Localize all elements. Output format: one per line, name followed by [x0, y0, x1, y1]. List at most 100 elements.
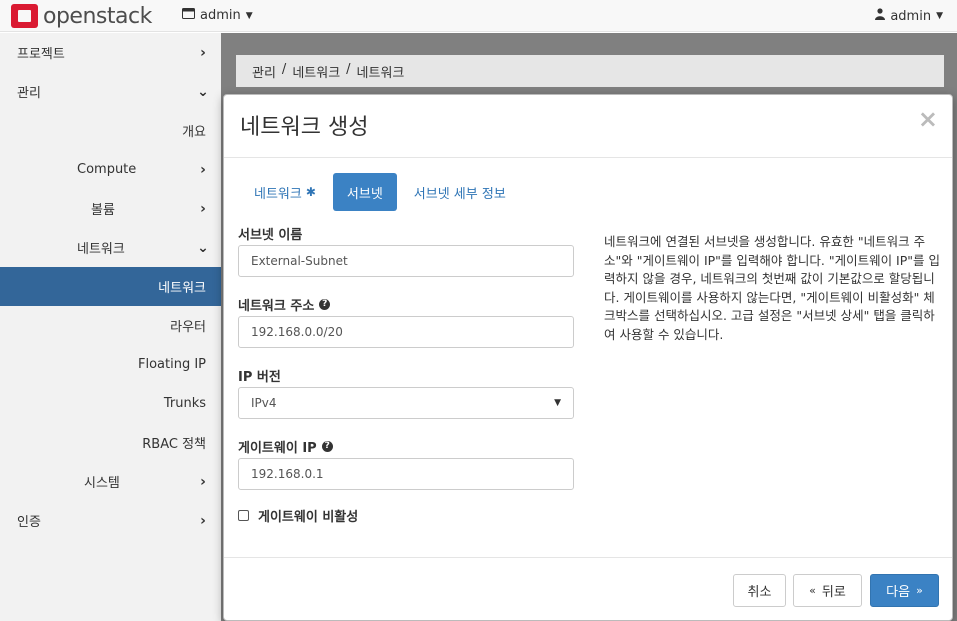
user-menu-label: admin: [890, 8, 932, 24]
chevron-right-icon: ›: [200, 473, 206, 490]
network-address-label: 네트워크 주소 ?: [238, 293, 574, 316]
project-picker[interactable]: admin ▼: [182, 8, 253, 23]
network-address-field: 네트워크 주소 ? 192.168.0.0/20: [238, 293, 574, 348]
sidebar-item-label: 프로젝트: [17, 47, 65, 62]
ip-version-field: IP 버전 IPv4 ▼: [238, 364, 574, 419]
disable-gateway-label[interactable]: 게이트웨이 비활성: [258, 506, 358, 525]
required-asterisk-icon: ✱: [305, 185, 316, 199]
user-menu[interactable]: admin ▼: [875, 8, 943, 24]
sidebar-item-floating-ip[interactable]: Floating IP: [0, 345, 221, 384]
tab-network[interactable]: 네트워크 ✱: [240, 173, 330, 211]
user-icon: [875, 8, 886, 24]
chevron-right-icon: ›: [200, 200, 206, 217]
sidebar-item-label: 네트워크: [158, 281, 206, 296]
sidebar-item-label: 개요: [182, 125, 206, 140]
sidebar-item-label: 네트워크: [77, 242, 125, 257]
gateway-ip-field: 게이트웨이 IP ? 192.168.0.1: [238, 435, 574, 490]
openstack-logo[interactable]: openstack: [11, 3, 152, 29]
breadcrumb-item: 네트워크: [356, 66, 405, 81]
chevron-down-icon: ⌄: [197, 239, 209, 256]
double-chevron-right-icon: »: [916, 584, 923, 597]
logo-text: openstack: [43, 3, 152, 29]
input-value: External-Subnet: [251, 254, 348, 268]
field-label-text: IP 버전: [238, 370, 281, 385]
project-icon: [182, 8, 195, 23]
tab-subnet-details[interactable]: 서브넷 세부 정보: [400, 173, 520, 211]
ip-version-label: IP 버전: [238, 364, 574, 387]
wizard-tabs: 네트워크 ✱ 서브넷 서브넷 세부 정보: [240, 173, 523, 213]
sidebar-item-volumes[interactable]: 볼륨 ›: [0, 189, 221, 228]
caret-down-icon: ▼: [554, 398, 561, 408]
sidebar-item-label: Trunks: [163, 396, 206, 411]
disable-gateway-checkbox[interactable]: [238, 510, 249, 521]
chevron-down-icon: ⌄: [197, 83, 209, 100]
modal-footer: 취소 « 뒤로 다음 »: [224, 557, 952, 620]
modal-title: 네트워크 생성: [240, 115, 369, 140]
sidebar-item-label: 라우터: [170, 320, 206, 335]
cancel-button[interactable]: 취소: [733, 574, 786, 607]
top-navbar: openstack admin ▼ admin ▼: [0, 0, 957, 32]
button-label: 다음: [886, 585, 911, 600]
subnet-name-input[interactable]: External-Subnet: [238, 245, 574, 277]
modal-header: 네트워크 생성 ×: [224, 95, 952, 158]
sidebar-item-trunks[interactable]: Trunks: [0, 384, 221, 423]
sidebar-item-label: Compute: [77, 162, 137, 177]
gateway-ip-input[interactable]: 192.168.0.1: [238, 458, 574, 490]
caret-down-icon: ▼: [245, 10, 253, 21]
sidebar-item-label: RBAC 정책: [142, 437, 206, 452]
breadcrumb-separator: /: [281, 62, 287, 77]
sidebar-item-compute[interactable]: Compute ›: [0, 150, 221, 189]
chevron-right-icon: ›: [200, 44, 206, 61]
chevron-right-icon: ›: [200, 161, 206, 178]
button-label: 뒤로: [821, 585, 846, 600]
breadcrumb-item[interactable]: 네트워크: [292, 62, 340, 81]
sidebar-item-admin[interactable]: 관리 ⌄: [0, 72, 221, 111]
next-button[interactable]: 다음 »: [870, 574, 939, 607]
field-label-text: 네트워크 주소: [238, 299, 315, 314]
tab-label: 서브넷: [346, 186, 383, 202]
sidebar-item-overview[interactable]: 개요: [0, 111, 221, 150]
sidebar-item-routers[interactable]: 라우터: [0, 306, 221, 345]
sidebar-item-network-group[interactable]: 네트워크 ⌄: [0, 228, 221, 267]
field-label-text: 게이트웨이 IP: [238, 441, 317, 456]
sidebar-item-identity[interactable]: 인증 ›: [0, 501, 221, 540]
subnet-form: 서브넷 이름 External-Subnet 네트워크 주소 ? 192.168…: [238, 222, 574, 525]
sidebar-item-label: 시스템: [84, 476, 120, 491]
breadcrumb-separator: /: [346, 62, 351, 77]
ip-version-select[interactable]: IPv4 ▼: [238, 387, 574, 419]
tab-label: 서브넷 세부 정보: [413, 186, 506, 202]
back-button[interactable]: « 뒤로: [793, 574, 862, 607]
gateway-ip-label: 게이트웨이 IP ?: [238, 435, 574, 458]
openstack-logo-icon: [11, 4, 38, 28]
sidebar-item-label: Floating IP: [137, 357, 206, 372]
select-value: IPv4: [251, 396, 277, 410]
sidebar-item-label: 인증: [17, 515, 41, 530]
create-network-modal: 네트워크 생성 × 네트워크 ✱ 서브넷 서브넷 세부 정보 서브넷 이름 Ex…: [223, 94, 953, 621]
breadcrumb-item[interactable]: 관리: [252, 62, 276, 81]
subnet-name-field: 서브넷 이름 External-Subnet: [238, 222, 574, 277]
tab-subnet[interactable]: 서브넷: [332, 173, 397, 211]
tab-label: 네트워크: [254, 186, 302, 202]
question-circle-icon[interactable]: ?: [321, 441, 333, 452]
close-icon[interactable]: ×: [918, 105, 938, 133]
sidebar-item-rbac-policies[interactable]: RBAC 정책: [0, 423, 221, 462]
sidebar-item-project[interactable]: 프로젝트 ›: [0, 33, 221, 72]
caret-down-icon: ▼: [936, 11, 943, 21]
sidebar: 프로젝트 › 관리 ⌄ 개요 Compute › 볼륨 › 네트워크 ⌄ 네트워…: [0, 33, 221, 621]
sidebar-item-label: 관리: [17, 86, 41, 101]
chevron-right-icon: ›: [200, 512, 206, 529]
sidebar-item-label: 볼륨: [91, 203, 115, 218]
breadcrumb: 관리 / 네트워크 / 네트워크: [236, 55, 944, 87]
disable-gateway-row: 게이트웨이 비활성: [238, 506, 574, 525]
sidebar-item-networks[interactable]: 네트워크: [0, 267, 221, 306]
subnet-help-text: 네트워크에 연결된 서브넷을 생성합니다. 유효한 "네트워크 주소"와 "게이…: [604, 234, 940, 342]
double-chevron-left-icon: «: [809, 584, 816, 597]
input-value: 192.168.0.1: [251, 467, 324, 481]
field-label-text: 서브넷 이름: [238, 228, 303, 243]
network-address-input[interactable]: 192.168.0.0/20: [238, 316, 574, 348]
input-value: 192.168.0.0/20: [251, 325, 343, 339]
subnet-name-label: 서브넷 이름: [238, 222, 574, 245]
project-picker-label: admin: [200, 8, 241, 23]
sidebar-item-system[interactable]: 시스템 ›: [0, 462, 221, 501]
question-circle-icon[interactable]: ?: [319, 299, 331, 310]
